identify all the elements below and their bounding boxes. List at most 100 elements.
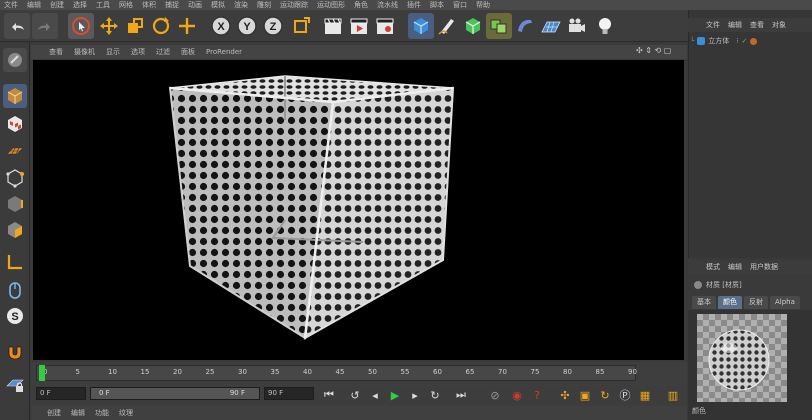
3d-viewport[interactable] (33, 60, 684, 360)
viewport-nav-icons[interactable]: ✣ ⇕ ⟲ ▢ (636, 46, 671, 55)
viewport-menu-item[interactable]: 面板 (181, 47, 195, 57)
go-to-start-button[interactable]: ⏮ (320, 386, 338, 404)
menu-item[interactable]: 帮助 (476, 0, 490, 10)
menu-item[interactable]: 选择 (73, 0, 87, 10)
menu-item[interactable]: 动画 (188, 0, 202, 10)
key-position-button[interactable]: ✣ (556, 386, 574, 404)
model-mode-button[interactable] (3, 84, 27, 108)
go-to-end-button[interactable]: ⏭ (452, 386, 470, 404)
scale-tool-button[interactable] (122, 13, 148, 39)
viewport-menu-item[interactable]: ProRender (206, 48, 242, 56)
menu-item[interactable]: 窗口 (453, 0, 467, 10)
attribute-menu-item[interactable]: 用户数据 (750, 262, 778, 272)
viewport-menu-item[interactable]: 摄像机 (74, 47, 95, 57)
key-grid-button[interactable]: ▦ (636, 386, 654, 404)
material-menu-item[interactable]: 功能 (95, 408, 109, 418)
play-button[interactable]: ▶ (386, 386, 404, 404)
render-settings-button[interactable] (372, 13, 398, 39)
menu-item[interactable]: 编辑 (27, 0, 41, 10)
subdivision-button[interactable] (460, 13, 486, 39)
viewport-menu-item[interactable]: 显示 (106, 47, 120, 57)
deformer-button[interactable] (512, 13, 538, 39)
material-menu-item[interactable]: 编辑 (71, 408, 85, 418)
menu-item[interactable]: 网格 (119, 0, 133, 10)
workplane-mode-button[interactable] (3, 138, 27, 162)
menu-item[interactable]: 流水线 (377, 0, 398, 10)
material-tag-icon[interactable] (750, 37, 758, 45)
prev-key-button[interactable]: ↺ (346, 386, 364, 404)
texture-mode-button[interactable] (3, 112, 27, 136)
light-button[interactable] (592, 13, 618, 39)
tweak-mode-button[interactable] (3, 278, 27, 302)
material-tab[interactable]: 基本 (692, 296, 716, 309)
render-picture-viewer-button[interactable] (346, 13, 372, 39)
transform-tool-button[interactable] (174, 13, 200, 39)
menu-item[interactable]: 模拟 (211, 0, 225, 10)
menu-item[interactable]: 角色 (354, 0, 368, 10)
menu-item[interactable]: 运动跟踪 (280, 0, 308, 10)
menu-item[interactable]: 运动图形 (317, 0, 345, 10)
menu-item[interactable]: 体积 (142, 0, 156, 10)
rotate-tool-button[interactable] (148, 13, 174, 39)
render-view-button[interactable] (320, 13, 346, 39)
object-menu-item[interactable]: 编辑 (728, 20, 742, 30)
menu-item[interactable]: 创建 (50, 0, 64, 10)
undo-button[interactable] (4, 13, 30, 39)
snap-button[interactable]: S (3, 304, 27, 328)
z-axis-toggle[interactable]: Z (260, 13, 286, 39)
coordinate-system-button[interactable] (288, 13, 314, 39)
menu-item[interactable]: 插件 (407, 0, 421, 10)
floor-button[interactable] (538, 13, 564, 39)
visibility-toggle-icon[interactable]: ⁝ (736, 37, 738, 45)
menu-item[interactable]: 文件 (4, 0, 18, 10)
menu-item[interactable]: 工具 (96, 0, 110, 10)
prev-frame-button[interactable]: ◂ (366, 386, 384, 404)
timeline-window-button[interactable]: ▥ (664, 386, 682, 404)
next-key-button[interactable]: ↻ (426, 386, 444, 404)
enabled-check-icon[interactable]: ✓ (741, 37, 747, 45)
record-off-button[interactable]: ⊘ (486, 386, 504, 404)
object-row-cube[interactable]: └ 立方体 ⁝ ✓ (690, 34, 810, 48)
material-tab[interactable]: 反射 (744, 296, 768, 309)
end-frame-field[interactable]: 90 F (264, 387, 314, 400)
points-mode-button[interactable] (3, 166, 27, 190)
magnet-snap-button[interactable] (3, 340, 27, 364)
material-menu-item[interactable]: 纹理 (119, 408, 133, 418)
move-tool-button[interactable] (96, 13, 122, 39)
polygons-mode-button[interactable] (3, 218, 27, 242)
material-menu-item[interactable]: 创建 (47, 408, 61, 418)
menu-item[interactable]: 雕刻 (257, 0, 271, 10)
timeline-playhead[interactable] (39, 365, 45, 381)
key-rotation-button[interactable]: ↻ (596, 386, 614, 404)
edges-mode-button[interactable] (3, 192, 27, 216)
object-menu-item[interactable]: 对象 (772, 20, 786, 30)
key-scale-button[interactable]: ▣ (576, 386, 594, 404)
attribute-menu-item[interactable]: 编辑 (728, 262, 742, 272)
menu-item[interactable]: 脚本 (430, 0, 444, 10)
cube-primitive-button[interactable] (408, 13, 434, 39)
object-menu-item[interactable]: 查看 (750, 20, 764, 30)
viewport-menu-item[interactable]: 过滤 (156, 47, 170, 57)
camera-button[interactable] (564, 13, 590, 39)
auto-key-button[interactable]: ? (528, 386, 546, 404)
lock-workplane-button[interactable] (3, 372, 27, 396)
material-tab[interactable]: 颜色 (718, 296, 742, 309)
y-axis-toggle[interactable]: Y (234, 13, 260, 39)
viewport-menu-item[interactable]: 查看 (49, 47, 63, 57)
axis-mode-button[interactable] (3, 250, 27, 274)
make-editable-button[interactable] (3, 48, 27, 72)
record-button[interactable]: ◉ (508, 386, 526, 404)
pen-spline-button[interactable] (434, 13, 460, 39)
select-tool-button[interactable] (68, 13, 94, 39)
key-param-button[interactable]: Ⓟ (616, 386, 634, 404)
menu-item[interactable]: 渲染 (234, 0, 248, 10)
material-tab[interactable]: Alpha (770, 296, 800, 309)
attribute-menu-item[interactable]: 模式 (706, 262, 720, 272)
frame-range-slider[interactable]: 0 F 90 F (90, 387, 260, 400)
object-menu-item[interactable]: 文件 (706, 20, 720, 30)
viewport-menu-item[interactable]: 选项 (131, 47, 145, 57)
array-button[interactable] (486, 13, 512, 39)
start-frame-field[interactable]: 0 F (36, 387, 86, 400)
menu-item[interactable]: 捕捉 (165, 0, 179, 10)
redo-button[interactable] (32, 13, 58, 39)
